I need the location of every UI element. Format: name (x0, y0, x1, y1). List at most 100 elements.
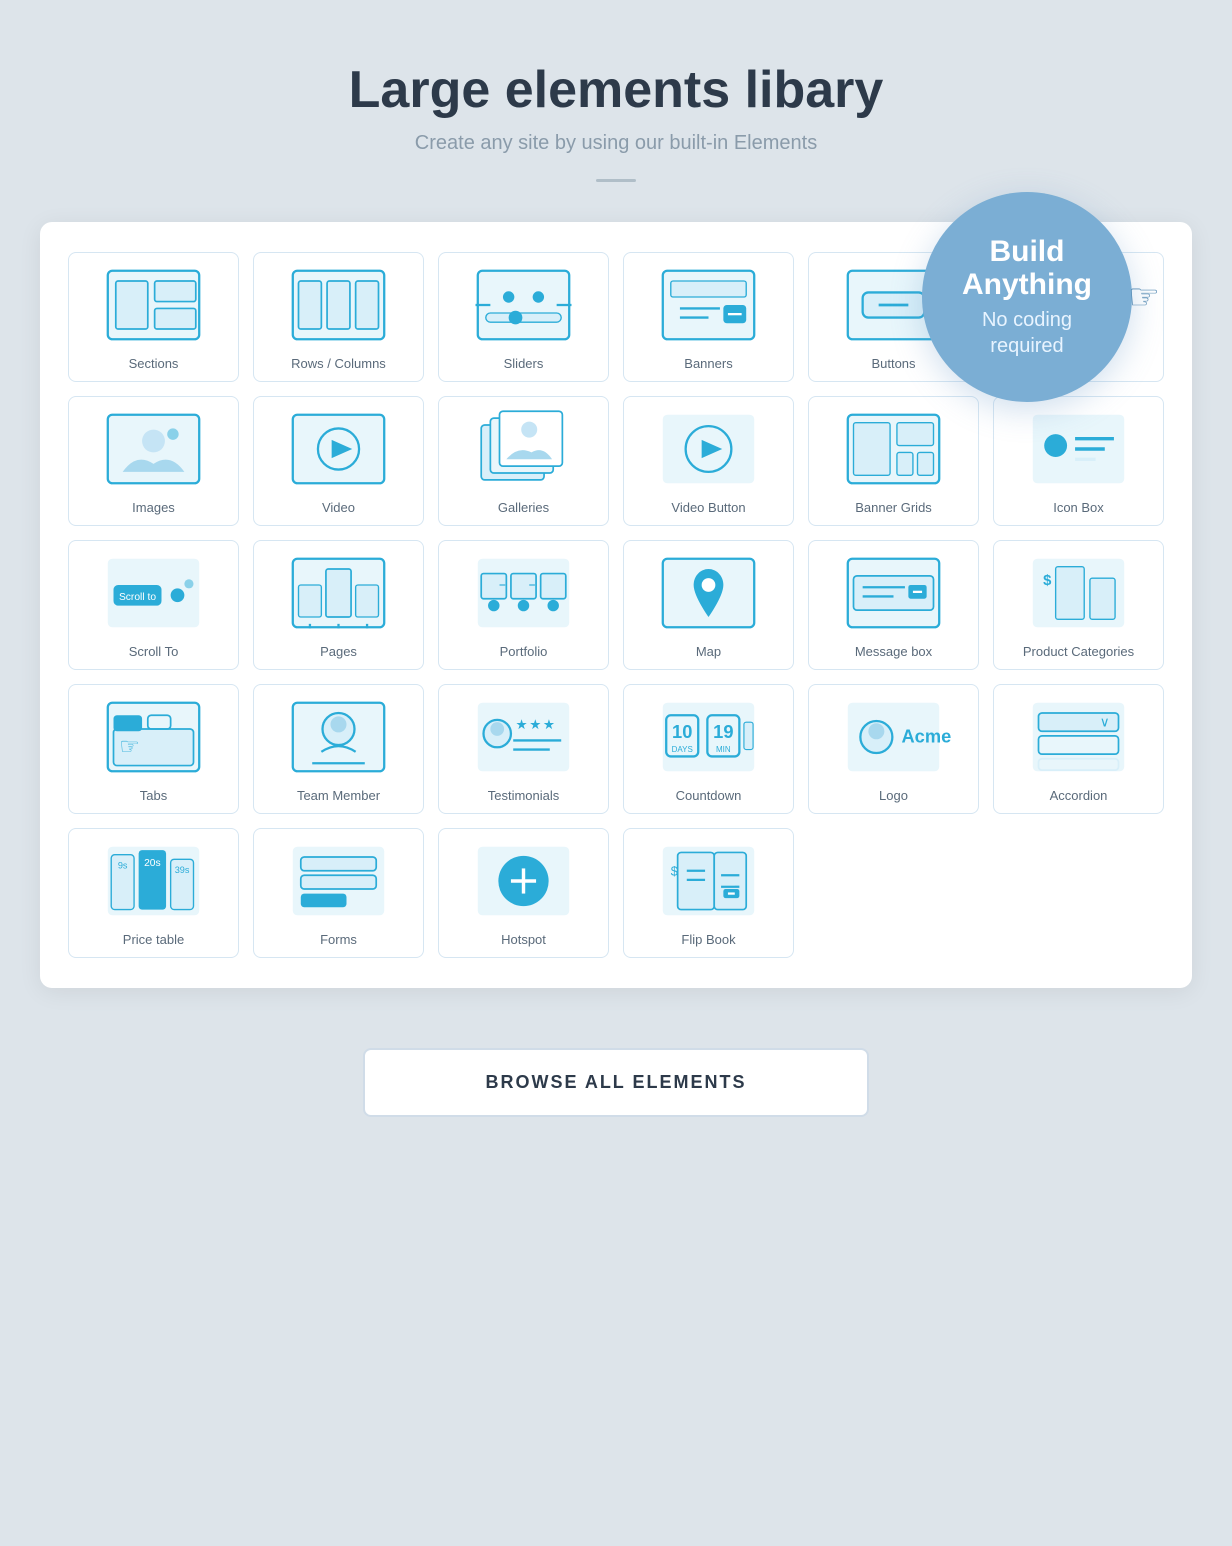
element-sliders[interactable]: Sliders (438, 252, 609, 382)
element-images[interactable]: Images (68, 396, 239, 526)
icon-box2-icon (1002, 409, 1155, 489)
pages-label: Pages (320, 644, 357, 659)
svg-text:★: ★ (543, 717, 555, 732)
countdown-label: Countdown (676, 788, 742, 803)
flip-book-icon: $ (632, 841, 785, 921)
element-tabs[interactable]: ☞ Tabs (68, 684, 239, 814)
element-team-member[interactable]: Team Member (253, 684, 424, 814)
accordion-icon: ∨ (1002, 697, 1155, 777)
library-wrapper: BuildAnything No codingrequired ☞ Sectio… (40, 222, 1192, 988)
scroll-to-label: Scroll To (129, 644, 179, 659)
video-button-icon (632, 409, 785, 489)
svg-text:$: $ (671, 864, 678, 878)
accordion-label: Accordion (1050, 788, 1108, 803)
svg-text:☞: ☞ (119, 733, 139, 759)
element-price-table[interactable]: 9s 20s 39s Price table (68, 828, 239, 958)
element-video[interactable]: Video (253, 396, 424, 526)
svg-text:10: 10 (672, 721, 692, 742)
portfolio-label: Portfolio (500, 644, 548, 659)
browse-btn-wrapper: BROWSE ALL ELEMENTS (40, 1048, 1192, 1117)
sections-icon (77, 265, 230, 345)
element-hotspot[interactable]: Hotspot (438, 828, 609, 958)
svg-text:$: $ (1043, 573, 1052, 589)
svg-text:19: 19 (713, 721, 733, 742)
forms-label: Forms (320, 932, 357, 947)
pages-icon (262, 553, 415, 633)
banners-icon (632, 265, 785, 345)
element-portfolio[interactable]: Portfolio (438, 540, 609, 670)
galleries-label: Galleries (498, 500, 549, 515)
element-message-box[interactable]: Message box (808, 540, 979, 670)
element-product-categories[interactable]: $ Product Categories (993, 540, 1164, 670)
page-title: Large elements libary (40, 60, 1192, 120)
video-button-label: Video Button (671, 500, 745, 515)
icon-box2-label: Icon Box (1053, 500, 1104, 515)
forms-icon (262, 841, 415, 921)
video-label: Video (322, 500, 355, 515)
svg-text:DAYS: DAYS (672, 745, 693, 754)
element-pages[interactable]: Pages (253, 540, 424, 670)
rows-columns-icon (262, 265, 415, 345)
message-box-icon (817, 553, 970, 633)
banners-label: Banners (684, 356, 732, 371)
svg-text:★: ★ (516, 717, 528, 732)
bubble-title: BuildAnything (962, 235, 1092, 301)
build-anything-bubble: BuildAnything No codingrequired ☞ (922, 192, 1132, 402)
svg-text:Scroll to: Scroll to (119, 592, 156, 603)
images-icon (77, 409, 230, 489)
scroll-to-icon: Scroll to (77, 553, 230, 633)
element-sections[interactable]: Sections (68, 252, 239, 382)
banner-grids-icon (817, 409, 970, 489)
sliders-label: Sliders (504, 356, 544, 371)
logo-icon: Acme (817, 697, 970, 777)
banner-grids-label: Banner Grids (855, 500, 932, 515)
images-label: Images (132, 500, 175, 515)
sliders-icon (447, 265, 600, 345)
price-table-icon: 9s 20s 39s (77, 841, 230, 921)
divider (596, 179, 636, 182)
svg-text:★: ★ (529, 717, 541, 732)
element-map[interactable]: Map (623, 540, 794, 670)
element-video-button[interactable]: Video Button (623, 396, 794, 526)
product-categories-icon: $ (1002, 553, 1155, 633)
message-box-label: Message box (855, 644, 932, 659)
page-subtitle: Create any site by using our built-in El… (40, 132, 1192, 155)
browse-all-elements-button[interactable]: BROWSE ALL ELEMENTS (363, 1048, 868, 1117)
element-rows-columns[interactable]: Rows / Columns (253, 252, 424, 382)
sections-label: Sections (129, 356, 179, 371)
testimonials-icon: ★ ★ ★ (447, 697, 600, 777)
svg-text:39s: 39s (175, 865, 190, 875)
hotspot-label: Hotspot (501, 932, 546, 947)
price-table-label: Price table (123, 932, 184, 947)
svg-text:20s: 20s (144, 858, 161, 869)
element-banners[interactable]: Banners (623, 252, 794, 382)
map-icon (632, 553, 785, 633)
video-icon (262, 409, 415, 489)
element-accordion[interactable]: ∨ Accordion (993, 684, 1164, 814)
element-banner-grids[interactable]: Banner Grids (808, 396, 979, 526)
team-member-label: Team Member (297, 788, 380, 803)
element-countdown[interactable]: 10 DAYS 19 MIN Countdown (623, 684, 794, 814)
team-member-icon (262, 697, 415, 777)
element-galleries[interactable]: Galleries (438, 396, 609, 526)
map-label: Map (696, 644, 721, 659)
element-forms[interactable]: Forms (253, 828, 424, 958)
element-icon-box2[interactable]: Icon Box (993, 396, 1164, 526)
galleries-icon (447, 409, 600, 489)
rows-columns-label: Rows / Columns (291, 356, 386, 371)
flip-book-label: Flip Book (681, 932, 735, 947)
element-scroll-to[interactable]: Scroll to Scroll To (68, 540, 239, 670)
tabs-label: Tabs (140, 788, 167, 803)
element-testimonials[interactable]: ★ ★ ★ Testimonials (438, 684, 609, 814)
logo-label: Logo (879, 788, 908, 803)
countdown-icon: 10 DAYS 19 MIN (632, 697, 785, 777)
element-flip-book[interactable]: $ Flip Book (623, 828, 794, 958)
tabs-icon: ☞ (77, 697, 230, 777)
svg-text:9s: 9s (118, 860, 128, 870)
svg-text:MIN: MIN (716, 745, 731, 754)
svg-text:∨: ∨ (1100, 715, 1110, 730)
bubble-sub: No codingrequired (982, 307, 1072, 359)
element-logo[interactable]: Acme Logo (808, 684, 979, 814)
testimonials-label: Testimonials (488, 788, 560, 803)
hotspot-icon (447, 841, 600, 921)
